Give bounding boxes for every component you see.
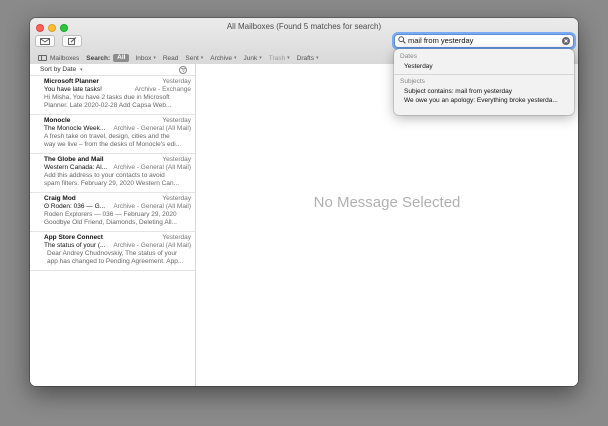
- filter-label: Drafts: [296, 54, 314, 62]
- get-mail-button[interactable]: [35, 35, 55, 47]
- message-mailbox: Archive - Exchange: [134, 86, 191, 93]
- message-sender: App Store Connect: [44, 234, 103, 241]
- search-input[interactable]: [408, 35, 558, 47]
- message-list: Sort by Date ▾ Microsoft Planner Yesterd…: [30, 64, 196, 386]
- message-preview-line: spam filters. February 29, 2020 Western …: [44, 180, 179, 187]
- message-preview-line: Dear Andrey Chudnovskiy, The status of y…: [47, 250, 178, 257]
- list-item[interactable]: Craig Mod Yesterday ʘ Roden: 036 — G... …: [30, 193, 195, 232]
- search-scope-label: Search:: [86, 54, 111, 62]
- sort-by-button[interactable]: Sort by Date ▾: [40, 66, 82, 73]
- message-preview-line: way we live – from the desks of Monocle'…: [44, 141, 182, 148]
- message-sender: Microsoft Planner: [44, 78, 99, 85]
- filter-label: Inbox: [135, 54, 152, 62]
- list-item[interactable]: Monocle Yesterday The Monocle Week... Ar…: [30, 115, 195, 154]
- compose-icon: [67, 37, 76, 45]
- suggestion-subject[interactable]: We owe you an apology: Everything broke …: [394, 96, 574, 105]
- filter-icon: [180, 67, 186, 72]
- scope-all-button[interactable]: All: [113, 54, 130, 62]
- suggestion-header-dates: Dates: [400, 53, 417, 60]
- message-subject: The status of your (...: [44, 242, 106, 249]
- filter-label: Archive: [210, 54, 232, 62]
- message-sender: Monocle: [44, 117, 71, 124]
- sidebar-icon: [38, 55, 47, 61]
- window-title: All Mailboxes (Found 5 matches for searc…: [226, 22, 382, 31]
- list-item[interactable]: App Store Connect Yesterday The status o…: [30, 232, 195, 271]
- sort-label: Sort by Date: [40, 66, 77, 73]
- search-field[interactable]: [394, 34, 574, 48]
- message-preview-line: Hi Misha, You have 2 tasks due in Micros…: [44, 94, 170, 101]
- clear-search-button[interactable]: [562, 37, 570, 45]
- filter-inbox[interactable]: Inbox ▾: [135, 55, 155, 62]
- message-preview-line: app has changed to Pending Agreement. Ap…: [47, 258, 184, 265]
- message-preview: Hi Misha, You have 2 tasks due in Micros…: [44, 94, 191, 110]
- filter-label: Junk: [243, 54, 258, 62]
- message-mailbox: Archive - General (All Mail): [113, 164, 191, 171]
- suggestion-date[interactable]: Yesterday: [394, 62, 574, 71]
- message-date: Yesterday: [162, 117, 191, 124]
- search-suggestions: Dates Yesterday Subjects Subject contain…: [394, 49, 574, 115]
- filter-toggle-button[interactable]: [179, 65, 187, 74]
- filter-archive[interactable]: Archive ▾: [210, 55, 236, 62]
- message-date: Yesterday: [162, 195, 191, 202]
- suggestion-subject[interactable]: Subject contains: mail from yesterday: [394, 87, 574, 96]
- close-icon: [564, 39, 568, 43]
- chevron-down-icon: ▾: [233, 55, 237, 61]
- chevron-down-icon: ▾: [287, 55, 290, 61]
- message-date: Yesterday: [162, 234, 191, 241]
- message-subject: You have late tasks!: [44, 86, 102, 93]
- no-message-selected: No Message Selected: [313, 194, 461, 211]
- message-preview-line: Roden Explorers — 036 — February 29, 202…: [44, 211, 177, 218]
- filter-drafts[interactable]: Drafts ▾: [297, 55, 319, 62]
- envelope-icon: [40, 37, 50, 45]
- message-preview-line: Add this address to your contacts to avo…: [44, 172, 165, 179]
- list-item[interactable]: Microsoft Planner Yesterday You have lat…: [30, 76, 195, 115]
- filter-read[interactable]: Read: [163, 55, 179, 62]
- message-preview-line: Planner. Late 2020-02-28 Add Capsa Web..…: [44, 102, 172, 109]
- divider: [394, 74, 574, 75]
- message-sender: The Globe and Mail: [44, 156, 104, 163]
- message-mailbox: Archive - General (All Mail): [113, 242, 191, 249]
- message-preview: Add this address to your contacts to avo…: [44, 172, 191, 188]
- message-preview: Dear Andrey Chudnovskiy, The status of y…: [44, 250, 191, 266]
- filter-trash[interactable]: Trash ▾: [269, 55, 290, 62]
- message-date: Yesterday: [162, 156, 191, 163]
- sort-bar: Sort by Date ▾: [30, 64, 195, 76]
- chevron-down-icon: ▾: [259, 55, 262, 61]
- search-icon: [398, 36, 406, 44]
- chevron-down-icon: ▾: [315, 55, 319, 61]
- filter-label: Trash: [268, 54, 286, 62]
- message-mailbox: Archive - General (All Mail): [113, 203, 191, 210]
- list-item[interactable]: The Globe and Mail Yesterday Western Can…: [30, 154, 195, 193]
- message-subject: ʘ Roden: 036 — G...: [44, 203, 106, 210]
- message-mailbox: Archive - General (All Mail): [113, 125, 191, 132]
- message-preview-line: A fresh take on travel, design, cities a…: [44, 133, 170, 140]
- filter-sent[interactable]: Sent ▾: [185, 55, 203, 62]
- message-subject: The Monocle Week...: [44, 125, 106, 132]
- chevron-down-icon: ▾: [153, 55, 156, 61]
- suggestion-header-subjects: Subjects: [400, 78, 425, 85]
- filter-label: Sent: [185, 54, 199, 62]
- chevron-down-icon: ▾: [200, 55, 204, 61]
- message-subject: Western Canada: Al...: [44, 164, 108, 171]
- message-sender: Craig Mod: [44, 195, 76, 202]
- compose-button[interactable]: [62, 35, 82, 47]
- mailboxes-button[interactable]: Mailboxes: [38, 55, 79, 62]
- message-preview-line: Goodbye Old Friend, Diamonds, Deleting A…: [44, 219, 177, 226]
- message-preview: A fresh take on travel, design, cities a…: [44, 133, 191, 149]
- mailboxes-label: Mailboxes: [50, 54, 80, 62]
- chevron-down-icon: ▾: [79, 67, 83, 73]
- filter-label: Read: [162, 54, 179, 62]
- search-scope: Search: All: [86, 54, 130, 62]
- message-preview: Roden Explorers — 036 — February 29, 202…: [44, 211, 191, 227]
- message-date: Yesterday: [162, 78, 191, 85]
- filter-junk[interactable]: Junk ▾: [244, 55, 262, 62]
